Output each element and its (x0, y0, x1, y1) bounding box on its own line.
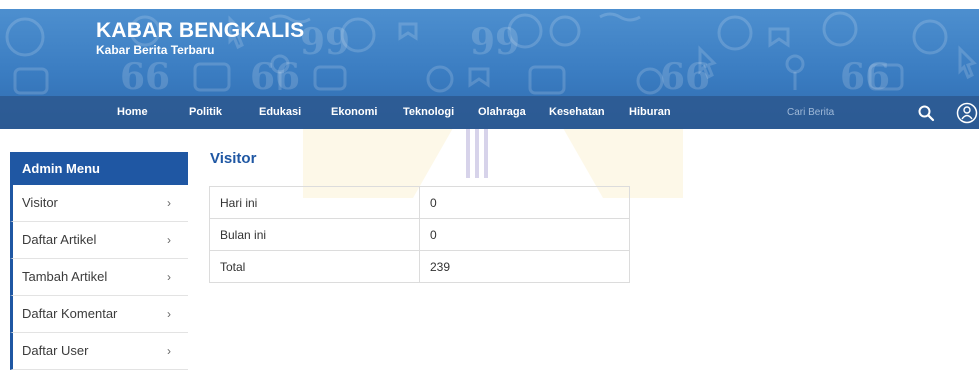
chevron-right-icon: › (167, 196, 171, 210)
chevron-right-icon: › (167, 307, 171, 321)
page-title: Visitor (210, 150, 257, 167)
svg-text:66: 66 (120, 56, 170, 98)
nav-kesehatan[interactable]: Kesehatan (549, 96, 605, 129)
stat-value: 0 (419, 218, 630, 251)
brand: KABAR BENGKALIS Kabar Berita Terbaru (96, 19, 304, 57)
main-navbar: Home Politik Edukasi Ekonomi Teknologi O… (0, 96, 979, 129)
nav-hiburan[interactable]: Hiburan (629, 96, 671, 129)
svg-text:99: 99 (470, 21, 520, 63)
chevron-right-icon: › (167, 270, 171, 284)
sidebar-item-label: Daftar Komentar (22, 306, 118, 321)
search-icon[interactable] (917, 104, 935, 122)
sidebar-item-label: Daftar User (22, 343, 89, 358)
sidebar-item-label: Daftar Artikel (22, 232, 97, 247)
svg-text:66: 66 (840, 56, 890, 98)
brand-subtitle: Kabar Berita Terbaru (96, 43, 215, 57)
stat-value: 239 (419, 250, 630, 283)
search-input[interactable] (781, 96, 913, 129)
visitor-stats-table: Hari ini 0 Bulan ini 0 Total 239 (209, 186, 630, 283)
sidebar-item-tambah-artikel[interactable]: Tambah Artikel › (10, 259, 188, 296)
sidebar-item-daftar-user[interactable]: Daftar User › (10, 333, 188, 370)
nav-teknologi[interactable]: Teknologi (403, 96, 454, 129)
sidebar-item-label: Tambah Artikel (22, 269, 108, 284)
user-circle-icon[interactable] (956, 102, 978, 124)
admin-sidebar: Admin Menu Visitor › Daftar Artikel › Ta… (10, 152, 188, 370)
stat-label: Total (209, 250, 420, 283)
nav-olahraga[interactable]: Olahraga (478, 96, 526, 129)
nav-politik[interactable]: Politik (189, 96, 222, 129)
sidebar-title: Admin Menu (10, 152, 188, 185)
svg-text:99: 99 (300, 21, 350, 63)
stat-value: 0 (419, 186, 630, 219)
table-row: Total 239 (209, 250, 630, 283)
table-row: Bulan ini 0 (209, 218, 630, 251)
nav-edukasi[interactable]: Edukasi (259, 96, 301, 129)
svg-text:66: 66 (660, 56, 710, 98)
sidebar-item-label: Visitor (22, 195, 58, 210)
site-header: 66 99 99 66 66 66 KABAR BENGKALIS Kabar Ber… (0, 9, 979, 129)
sidebar-item-visitor[interactable]: Visitor › (10, 185, 188, 222)
table-row: Hari ini 0 (209, 186, 630, 219)
sidebar-item-daftar-artikel[interactable]: Daftar Artikel › (10, 222, 188, 259)
stat-label: Bulan ini (209, 218, 420, 251)
svg-text:66: 66 (250, 56, 300, 98)
chevron-right-icon: › (167, 233, 171, 247)
nav-home[interactable]: Home (117, 96, 148, 129)
sidebar-item-daftar-komentar[interactable]: Daftar Komentar › (10, 296, 188, 333)
brand-title[interactable]: KABAR BENGKALIS (96, 19, 304, 43)
nav-ekonomi[interactable]: Ekonomi (331, 96, 377, 129)
stat-label: Hari ini (209, 186, 420, 219)
chevron-right-icon: › (167, 344, 171, 358)
